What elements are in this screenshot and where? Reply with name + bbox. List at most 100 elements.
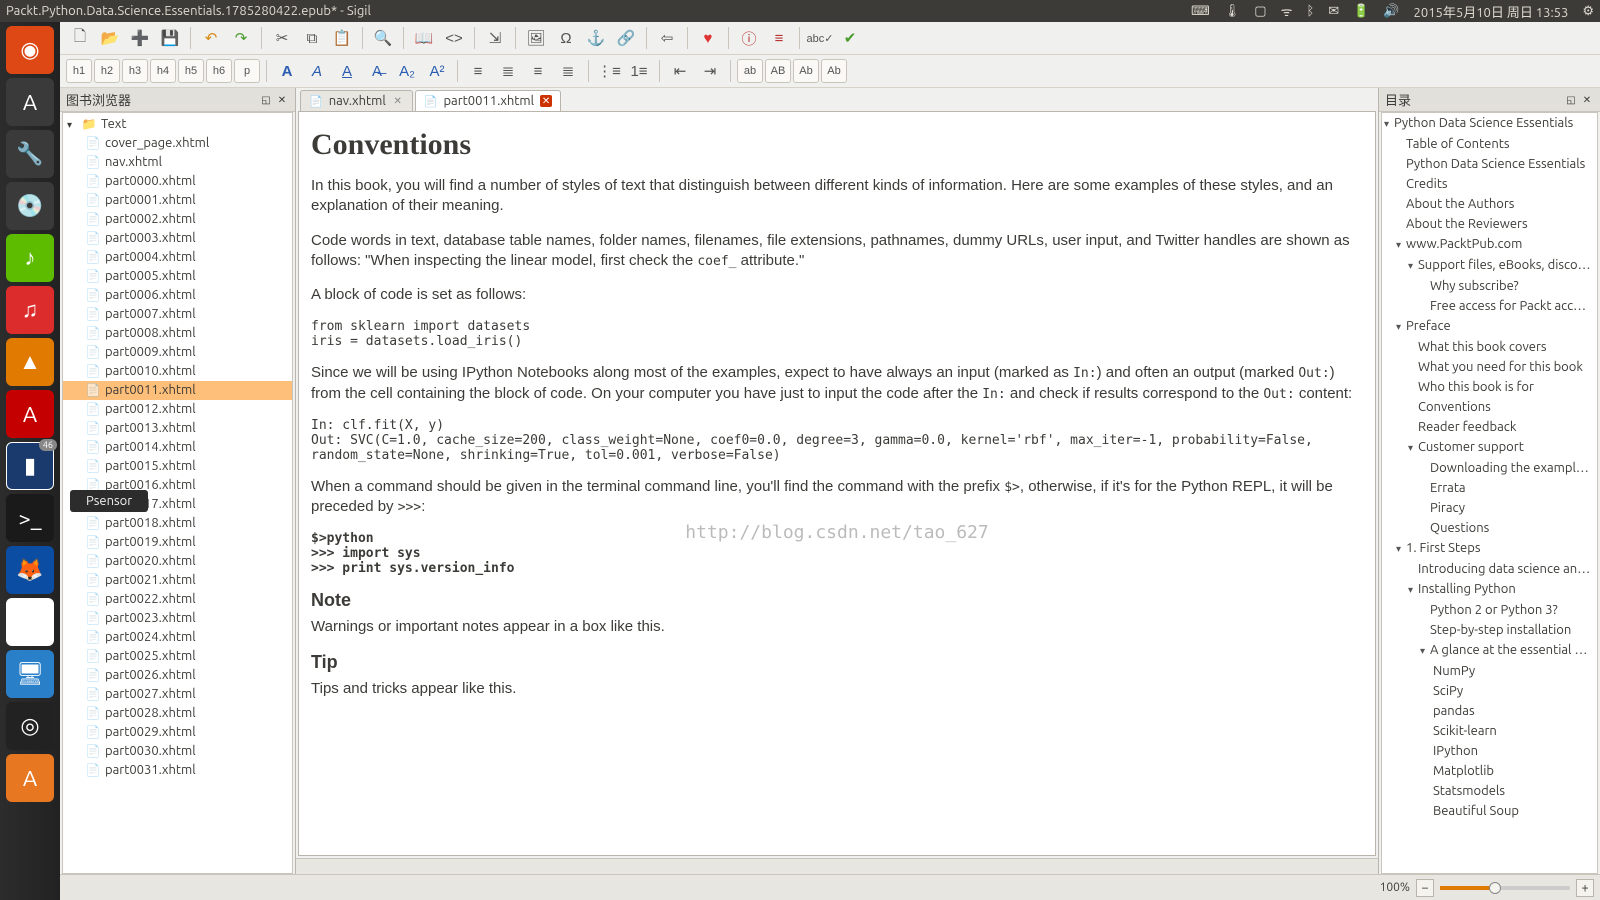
toc-item[interactable]: ▾Python Data Science Essentials (1382, 113, 1597, 134)
special-char-button[interactable]: Ω (552, 24, 580, 52)
case-upper-button[interactable]: AB (765, 59, 791, 83)
split-button[interactable]: ⇲ (481, 24, 509, 52)
toc-item[interactable]: What you need for this book (1382, 357, 1597, 377)
shutter-icon[interactable]: ◎ (6, 702, 54, 750)
toc-item[interactable]: NumPy (1382, 661, 1597, 681)
file-item[interactable]: part0007.xhtml (63, 305, 292, 324)
align-center-button[interactable]: ≣ (494, 57, 522, 85)
wifi-icon[interactable]: ᯤ (1281, 2, 1293, 20)
cut-button[interactable]: ✂ (268, 24, 296, 52)
new-button[interactable]: 🗋 (66, 24, 94, 52)
ol-button[interactable]: 1≡ (625, 57, 653, 85)
indent-more-button[interactable]: ⇥ (696, 57, 724, 85)
donate-button[interactable]: ♥ (694, 24, 722, 52)
file-item[interactable]: part0018.xhtml (63, 514, 292, 533)
toc-button[interactable]: ≡ (765, 24, 793, 52)
h6-button[interactable]: h6 (206, 59, 232, 83)
h1-button[interactable]: h1 (66, 59, 92, 83)
paste-button[interactable]: 📋 (328, 24, 356, 52)
file-item[interactable]: part0004.xhtml (63, 248, 292, 267)
insert-image-button[interactable]: 🖼 (522, 24, 550, 52)
battery-icon[interactable]: 🔋 (1353, 4, 1369, 19)
detach-icon[interactable]: ◱ (1564, 93, 1578, 107)
file-item[interactable]: part0020.xhtml (63, 552, 292, 571)
toc-item[interactable]: ▾Support files, eBooks, disco… (1382, 255, 1597, 276)
toc-item[interactable]: Free access for Packt acco… (1382, 296, 1597, 316)
toc-item[interactable]: Questions (1382, 518, 1597, 538)
h3-button[interactable]: h3 (122, 59, 148, 83)
file-item[interactable]: part0029.xhtml (63, 723, 292, 742)
file-item[interactable]: part0014.xhtml (63, 438, 292, 457)
file-item[interactable]: part0019.xhtml (63, 533, 292, 552)
link-button[interactable]: 🔗 (612, 24, 640, 52)
toc-item[interactable]: ▾1. First Steps (1382, 538, 1597, 559)
close-tab-icon[interactable]: ✕ (392, 95, 404, 107)
file-item[interactable]: part0023.xhtml (63, 609, 292, 628)
psensor-icon[interactable]: ▮46 (6, 442, 54, 490)
music-player-icon[interactable]: ♫ (6, 286, 54, 334)
save-button[interactable]: 💾 (156, 24, 184, 52)
toc-item[interactable]: Matplotlib (1382, 761, 1597, 781)
file-item[interactable]: part0022.xhtml (63, 590, 292, 609)
toc-item[interactable]: Python 2 or Python 3? (1382, 600, 1597, 620)
zoom-slider[interactable] (1440, 886, 1570, 890)
file-item[interactable]: cover_page.xhtml (63, 134, 292, 153)
case-lower-button[interactable]: ab (737, 59, 763, 83)
disk-icon[interactable]: 💿 (6, 182, 54, 230)
open-button[interactable]: 📂 (96, 24, 124, 52)
toc-item[interactable]: Table of Contents (1382, 134, 1597, 154)
book-view-button[interactable]: 📖 (410, 24, 438, 52)
h2-button[interactable]: h2 (94, 59, 120, 83)
keyboard-icon[interactable]: ⌨ (1191, 4, 1210, 19)
volume-icon[interactable]: 🔊 (1383, 4, 1399, 19)
underline-button[interactable]: A (333, 57, 361, 85)
file-item[interactable]: part0010.xhtml (63, 362, 292, 381)
dash-icon[interactable]: ◉ (6, 26, 54, 74)
file-item[interactable]: part0012.xhtml (63, 400, 292, 419)
file-item[interactable]: part0027.xhtml (63, 685, 292, 704)
toc-item[interactable]: pandas (1382, 701, 1597, 721)
toc-item[interactable]: SciPy (1382, 681, 1597, 701)
editor-tab[interactable]: 📄nav.xhtml✕ (300, 90, 413, 111)
file-item[interactable]: part0001.xhtml (63, 191, 292, 210)
toc-item[interactable]: ▾A glance at the essential P… (1382, 640, 1597, 661)
italic-button[interactable]: A (303, 57, 331, 85)
editor-tab[interactable]: 📄part0011.xhtml✕ (415, 90, 561, 111)
remmina-icon[interactable]: 🖥 (6, 650, 54, 698)
toc-item[interactable]: About the Authors (1382, 194, 1597, 214)
undo-button[interactable]: ↶ (197, 24, 225, 52)
toc-item[interactable]: Conventions (1382, 397, 1597, 417)
pdf-reader-icon[interactable]: A (6, 390, 54, 438)
toc-item[interactable]: Reader feedback (1382, 417, 1597, 437)
metadata-button[interactable]: ⓘ (735, 24, 763, 52)
toc-item[interactable]: What this book covers (1382, 337, 1597, 357)
chrome-icon[interactable]: ◯ (6, 598, 54, 646)
ul-button[interactable]: ⋮≡ (595, 57, 623, 85)
bluetooth-icon[interactable]: ᛒ (1306, 4, 1314, 18)
file-item[interactable]: part0031.xhtml (63, 761, 292, 780)
file-item[interactable]: part0024.xhtml (63, 628, 292, 647)
close-icon[interactable]: ✕ (1580, 93, 1594, 107)
toc-item[interactable]: Beautiful Soup (1382, 801, 1597, 821)
settings-icon[interactable]: 🔧 (6, 130, 54, 178)
align-left-button[interactable]: ≡ (464, 57, 492, 85)
gear-icon[interactable]: ⚙ (1582, 4, 1594, 19)
bold-button[interactable]: A (273, 57, 301, 85)
vlc-icon[interactable]: ▲ (6, 338, 54, 386)
align-right-button[interactable]: ≡ (524, 57, 552, 85)
redo-button[interactable]: ↷ (227, 24, 255, 52)
toc-item[interactable]: Python Data Science Essentials (1382, 154, 1597, 174)
software-center-icon[interactable]: A (6, 754, 54, 802)
toc-item[interactable]: ▾Preface (1382, 316, 1597, 337)
toc-item[interactable]: Credits (1382, 174, 1597, 194)
file-item[interactable]: part0030.xhtml (63, 742, 292, 761)
back-button[interactable]: ⇦ (653, 24, 681, 52)
code-view-button[interactable]: <> (440, 24, 468, 52)
add-button[interactable]: ➕ (126, 24, 154, 52)
file-item[interactable]: part0015.xhtml (63, 457, 292, 476)
zoom-out-button[interactable]: − (1416, 879, 1434, 897)
toc-item[interactable]: Scikit-learn (1382, 721, 1597, 741)
file-item[interactable]: part0002.xhtml (63, 210, 292, 229)
toc-item[interactable]: Piracy (1382, 498, 1597, 518)
music-icon[interactable]: ♪ (6, 234, 54, 282)
